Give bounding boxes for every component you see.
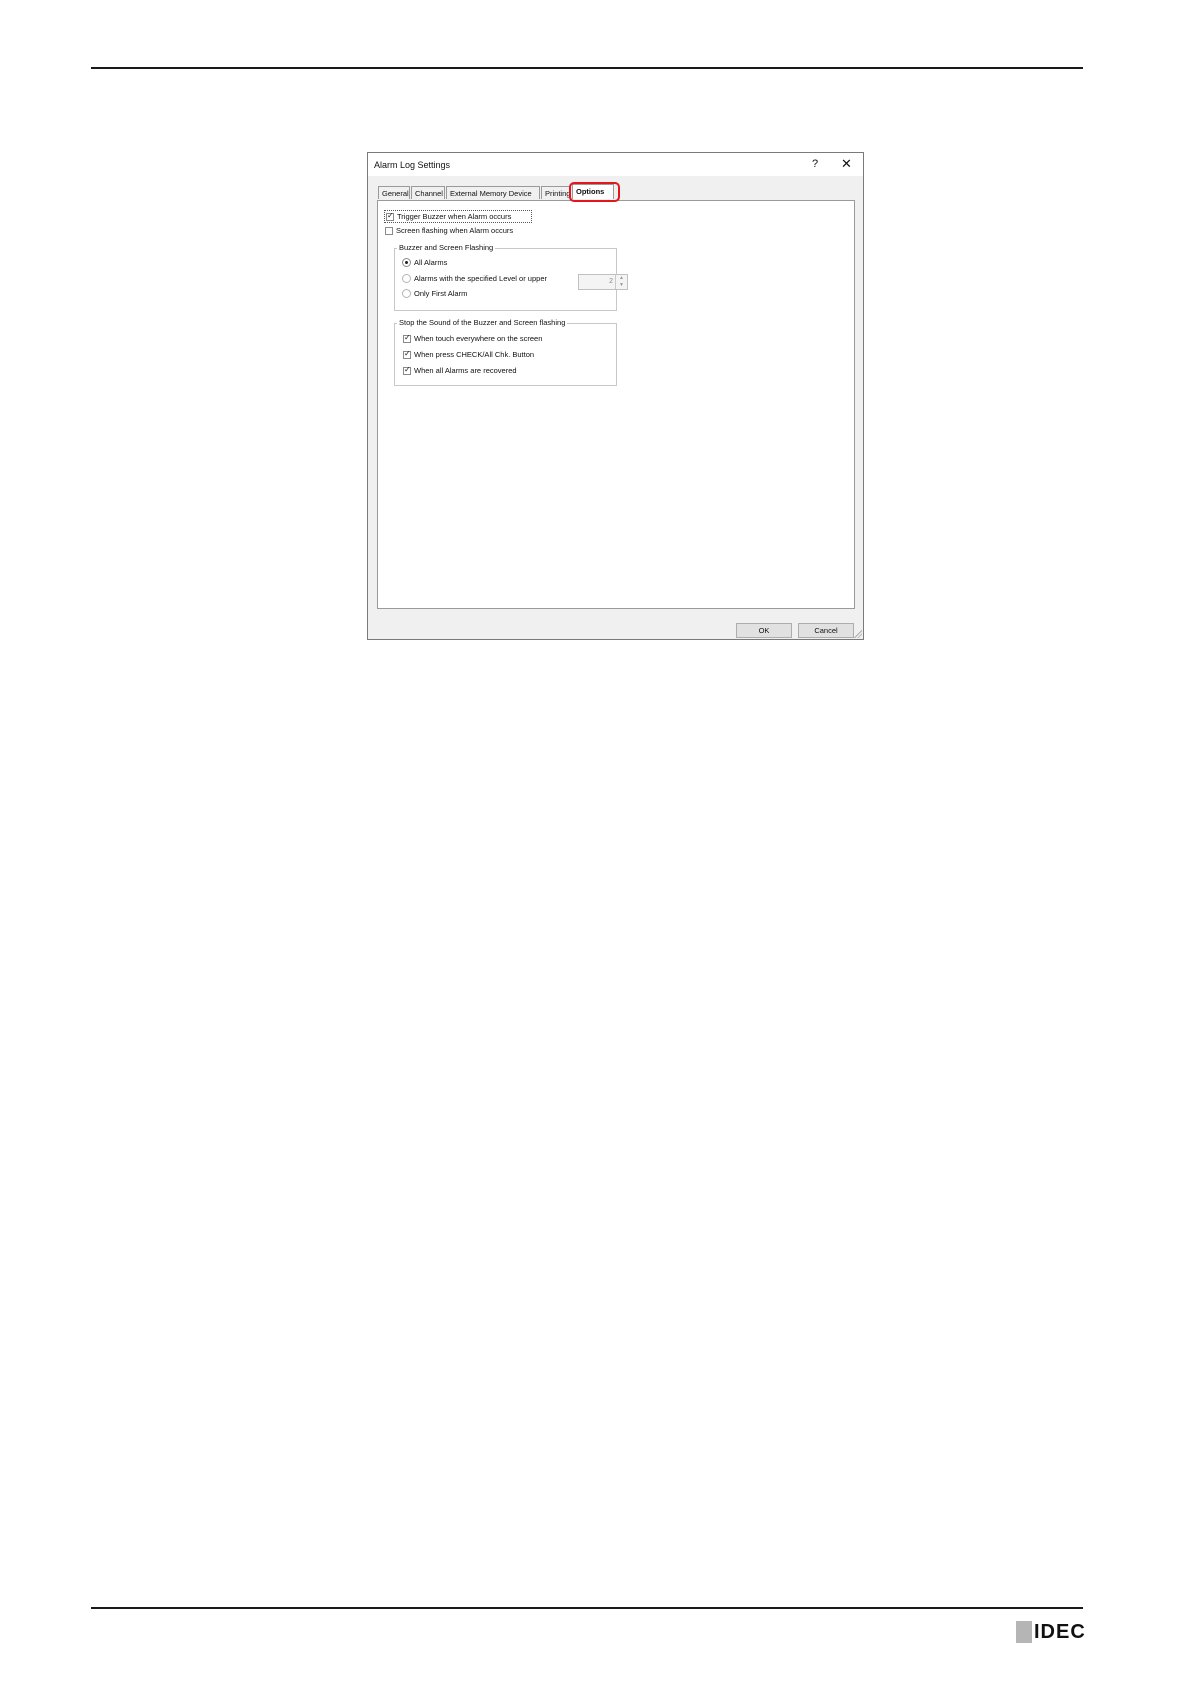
logo-text: IDEC xyxy=(1034,1621,1086,1643)
dialog-title: Alarm Log Settings xyxy=(374,160,451,170)
tab-printing[interactable]: Printing xyxy=(541,186,571,199)
spin-down-icon[interactable]: ▼ xyxy=(616,282,627,289)
all-alarms-option[interactable]: All Alarms xyxy=(402,258,447,267)
trigger-buzzer-label: Trigger Buzzer when Alarm occurs xyxy=(397,212,512,221)
help-button[interactable]: ? xyxy=(812,158,818,170)
press-check-option[interactable]: When press CHECK/All Chk. Button xyxy=(403,349,535,359)
buzzer-flashing-legend: Buzzer and Screen Flashing xyxy=(397,243,496,252)
options-panel: Trigger Buzzer when Alarm occurs Screen … xyxy=(377,200,855,609)
touch-label: When touch everywhere on the screen xyxy=(414,334,543,343)
tab-general[interactable]: General xyxy=(378,186,410,199)
header-rule xyxy=(91,67,1083,69)
level-spinbox[interactable]: 2 ▲ ▼ xyxy=(578,274,628,290)
screen-flashing-label: Screen flashing when Alarm occurs xyxy=(396,226,514,235)
tab-external-memory-device[interactable]: External Memory Device xyxy=(446,186,540,199)
spin-arrows[interactable]: ▲ ▼ xyxy=(615,275,627,289)
dialog-titlebar: Alarm Log Settings ? ✕ xyxy=(368,153,863,176)
recovered-option[interactable]: When all Alarms are recovered xyxy=(403,365,517,375)
all-alarms-label: All Alarms xyxy=(414,258,448,267)
options-tab-highlight xyxy=(569,182,620,202)
logo-mark xyxy=(1016,1621,1032,1643)
press-check-label: When press CHECK/All Chk. Button xyxy=(414,350,535,359)
trigger-buzzer-option[interactable]: Trigger Buzzer when Alarm occurs xyxy=(384,210,533,223)
press-check-checkbox[interactable] xyxy=(403,349,411,359)
touch-option[interactable]: When touch everywhere on the screen xyxy=(403,333,543,343)
ok-button[interactable]: OK xyxy=(736,623,792,638)
stop-sound-legend: Stop the Sound of the Buzzer and Screen … xyxy=(397,318,568,327)
spin-up-icon[interactable]: ▲ xyxy=(616,275,627,282)
level-value: 2 xyxy=(609,278,613,285)
close-button[interactable]: ✕ xyxy=(841,156,852,172)
all-alarms-radio[interactable] xyxy=(402,258,411,267)
alarm-log-settings-dialog: Alarm Log Settings ? ✕ General Channel E… xyxy=(367,152,864,640)
idec-logo: IDEC xyxy=(1016,1621,1086,1643)
level-alarms-radio[interactable] xyxy=(402,274,411,283)
screen-flashing-checkbox[interactable] xyxy=(385,226,393,235)
stop-sound-group: Stop the Sound of the Buzzer and Screen … xyxy=(394,318,617,386)
tab-channel[interactable]: Channel xyxy=(411,186,445,199)
first-alarm-option[interactable]: Only First Alarm xyxy=(402,289,467,298)
level-alarms-label: Alarms with the specified Level or upper xyxy=(414,274,547,283)
focus-outline: Trigger Buzzer when Alarm occurs xyxy=(384,210,533,223)
footer-rule xyxy=(91,1607,1083,1609)
touch-checkbox[interactable] xyxy=(403,333,411,343)
trigger-buzzer-checkbox[interactable] xyxy=(386,211,394,221)
level-alarms-option[interactable]: Alarms with the specified Level or upper xyxy=(402,274,547,283)
first-alarm-radio[interactable] xyxy=(402,289,411,298)
resize-grip-icon[interactable] xyxy=(854,630,862,638)
screen-flashing-option[interactable]: Screen flashing when Alarm occurs xyxy=(385,226,513,235)
recovered-label: When all Alarms are recovered xyxy=(414,366,517,375)
cancel-button[interactable]: Cancel xyxy=(798,623,854,638)
recovered-checkbox[interactable] xyxy=(403,365,411,375)
first-alarm-label: Only First Alarm xyxy=(414,289,468,298)
